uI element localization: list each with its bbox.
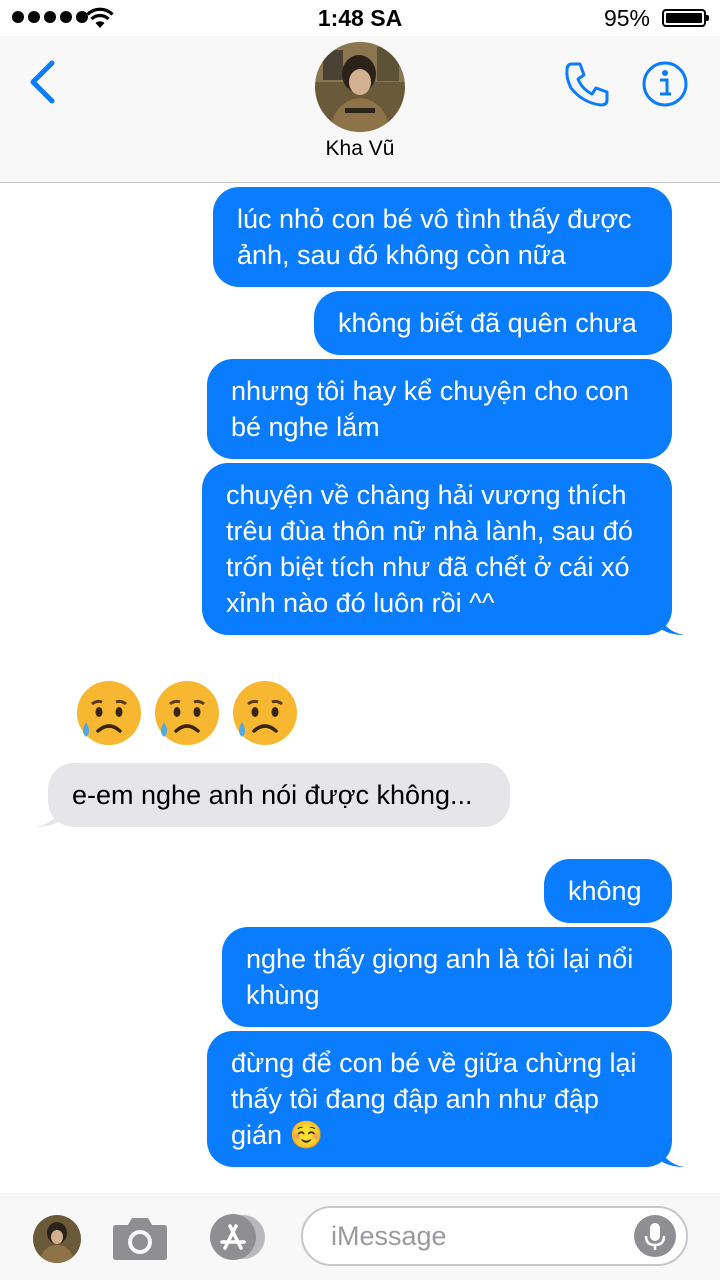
contact-photo xyxy=(315,42,405,132)
bubble-tail xyxy=(36,801,62,827)
contact-photo xyxy=(33,1215,81,1263)
sent-message[interactable]: đừng để con bé về giữa chừng lại thấy tô… xyxy=(207,1031,672,1167)
bubble-tail xyxy=(658,609,684,635)
sad-relieved-face-icon xyxy=(155,681,219,745)
sent-message[interactable]: không xyxy=(544,859,672,923)
battery-percent: 95% xyxy=(603,5,650,31)
info-icon[interactable] xyxy=(641,60,689,108)
phone-icon[interactable] xyxy=(563,60,611,108)
emoji-message[interactable] xyxy=(74,678,300,748)
received-message[interactable]: e-em nghe anh nói được không... xyxy=(48,763,510,827)
sent-message[interactable]: không biết đã quên chưa xyxy=(314,291,672,355)
app-store-icon[interactable] xyxy=(203,1213,269,1261)
conversation-header: Kha Vũ xyxy=(0,36,720,183)
sent-message[interactable]: nghe thấy giọng anh là tôi lại nổi khùng xyxy=(222,927,672,1027)
bubble-tail xyxy=(658,1141,684,1167)
message-input[interactable]: iMessage xyxy=(301,1206,688,1266)
message-list[interactable]: lúc nhỏ con bé vô tình thấy được ảnh, sa… xyxy=(0,183,720,1193)
sent-message[interactable]: lúc nhỏ con bé vô tình thấy được ảnh, sa… xyxy=(213,187,672,287)
sent-message[interactable]: chuyện về chàng hải vương thích trêu đùa… xyxy=(202,463,672,635)
contact-avatar[interactable] xyxy=(315,42,405,132)
sad-relieved-face-icon xyxy=(233,681,297,745)
memoji-avatar-button[interactable] xyxy=(33,1215,81,1263)
microphone-icon[interactable] xyxy=(634,1215,676,1257)
camera-icon[interactable] xyxy=(112,1213,168,1261)
sad-relieved-face-icon xyxy=(77,681,141,745)
chevron-left-icon[interactable] xyxy=(26,60,58,104)
battery-icon xyxy=(662,9,709,27)
contact-name[interactable]: Kha Vũ xyxy=(0,137,720,161)
status-bar: 1:48 SA 95% xyxy=(0,0,720,36)
compose-bar: iMessage xyxy=(0,1193,720,1280)
message-input-placeholder: iMessage xyxy=(331,1221,447,1251)
sent-message[interactable]: nhưng tôi hay kể chuyện cho con bé nghe … xyxy=(207,359,672,459)
